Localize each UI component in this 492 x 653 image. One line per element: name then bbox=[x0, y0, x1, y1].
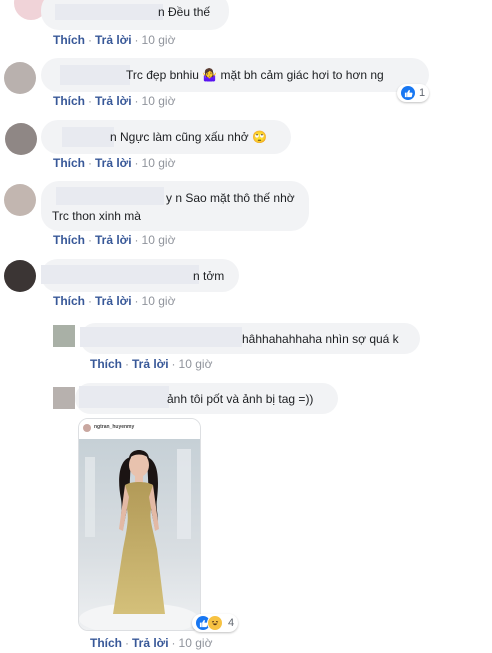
blurred-author-name bbox=[80, 327, 242, 347]
separator: · bbox=[88, 94, 92, 108]
separator: · bbox=[125, 636, 129, 650]
photo-header-avatar bbox=[83, 424, 91, 432]
timestamp[interactable]: 10 giờ bbox=[179, 357, 213, 371]
avatar[interactable] bbox=[4, 62, 36, 94]
blurred-author-name bbox=[62, 127, 114, 147]
comment-text: n Ngực làm cũng xấu nhở 🙄 bbox=[110, 130, 267, 144]
separator: · bbox=[88, 233, 92, 247]
separator: · bbox=[171, 636, 176, 650]
photo-header: ngtran_huyenmy bbox=[79, 419, 200, 439]
like-link[interactable]: Thích bbox=[53, 94, 85, 108]
timestamp[interactable]: 10 giờ bbox=[142, 33, 176, 47]
reply-link[interactable]: Trả lời bbox=[95, 156, 132, 170]
reply-link[interactable]: Trả lời bbox=[95, 94, 132, 108]
separator: · bbox=[88, 294, 92, 308]
comment-bubble: y n Sao mặt thô thế nhờ Trc thon xinh mà bbox=[41, 181, 309, 231]
comment-actions: Thích · Trả lời · 10 giờ bbox=[53, 156, 175, 170]
timestamp[interactable]: 10 giờ bbox=[142, 233, 176, 247]
blurred-author-name bbox=[56, 187, 164, 205]
like-link[interactable]: Thích bbox=[90, 357, 122, 371]
comment-text-part: Trc đẹp bnhiu 🤷‍♀️ mặt bh cảm giác hơi t… bbox=[126, 68, 384, 82]
avatar[interactable] bbox=[5, 123, 37, 155]
comment-actions: Thích · Trả lời · 10 giờ bbox=[53, 33, 175, 47]
photo-username: ngtran_huyenmy bbox=[94, 424, 135, 430]
timestamp[interactable]: 10 giờ bbox=[142, 156, 176, 170]
separator: · bbox=[134, 294, 139, 308]
comment-actions: Thích · Trả lời · 10 giờ bbox=[53, 233, 175, 247]
avatar[interactable] bbox=[4, 260, 36, 292]
avatar[interactable] bbox=[53, 387, 75, 409]
avatar[interactable] bbox=[53, 325, 75, 347]
comment-text-line2: Trc thon xinh mà bbox=[52, 209, 141, 223]
reply-link[interactable]: Trả lời bbox=[95, 294, 132, 308]
separator: · bbox=[88, 156, 92, 170]
like-icon bbox=[401, 86, 415, 100]
reply-text: hâhhahahhaha nhìn sợ quá k bbox=[242, 332, 399, 346]
blurred-author-name bbox=[60, 65, 130, 85]
reply-bubble: ảnh tôi pốt và ảnh bị tag =)) bbox=[75, 383, 338, 414]
reply-link[interactable]: Trả lời bbox=[95, 33, 132, 47]
separator: · bbox=[134, 33, 139, 47]
reaction-count: 4 bbox=[228, 617, 235, 629]
photo-image bbox=[79, 439, 200, 630]
like-link[interactable]: Thích bbox=[53, 294, 85, 308]
comment-actions: Thích · Trả lời · 10 giờ bbox=[53, 294, 175, 308]
like-link[interactable]: Thích bbox=[53, 156, 85, 170]
comment-bubble: Trc đẹp bnhiu 🤷‍♀️ mặt bh cảm giác hơi t… bbox=[41, 58, 429, 92]
like-link[interactable]: Thích bbox=[90, 636, 122, 650]
comment-text: Trc đẹp bnhiu 🤷‍♀️ mặt bh cảm giác hơi t… bbox=[126, 67, 384, 83]
timestamp[interactable]: 10 giờ bbox=[142, 294, 176, 308]
comment-text-line1: y n Sao mặt thô thế nhờ bbox=[166, 191, 295, 205]
comment-bubble: n Ngực làm cũng xấu nhở 🙄 bbox=[41, 120, 291, 154]
like-link[interactable]: Thích bbox=[53, 233, 85, 247]
timestamp[interactable]: 10 giờ bbox=[142, 94, 176, 108]
comment-actions: Thích · Trả lời · 10 giờ bbox=[53, 94, 175, 108]
avatar[interactable] bbox=[4, 184, 36, 216]
reply-text: ảnh tôi pốt và ảnh bị tag =)) bbox=[167, 392, 314, 406]
reply-link[interactable]: Trả lời bbox=[95, 233, 132, 247]
separator: · bbox=[171, 357, 176, 371]
reply-actions: Thích · Trả lời · 10 giờ bbox=[90, 636, 212, 650]
separator: · bbox=[134, 156, 139, 170]
blurred-author-name bbox=[79, 386, 169, 408]
reaction-badge[interactable]: 1 bbox=[397, 84, 430, 102]
separator: · bbox=[134, 94, 139, 108]
reply-link[interactable]: Trả lời bbox=[132, 636, 169, 650]
comment-bubble: n tởm bbox=[41, 259, 239, 292]
separator: · bbox=[125, 357, 129, 371]
comment-text: n Đều thế bbox=[158, 5, 211, 19]
timestamp[interactable]: 10 giờ bbox=[179, 636, 213, 650]
reaction-count: 1 bbox=[419, 87, 426, 99]
comment-text: n tởm bbox=[193, 269, 225, 283]
blurred-author-name bbox=[41, 265, 199, 284]
reaction-badge[interactable]: 4 bbox=[192, 614, 239, 632]
blurred-author-name bbox=[55, 4, 163, 20]
reply-bubble: hâhhahahhaha nhìn sợ quá k bbox=[80, 323, 420, 354]
reply-actions: Thích · Trả lời · 10 giờ bbox=[90, 357, 212, 371]
separator: · bbox=[134, 233, 139, 247]
like-link[interactable]: Thích bbox=[53, 33, 85, 47]
haha-icon bbox=[207, 615, 223, 631]
attached-photo[interactable]: ngtran_huyenmy bbox=[78, 418, 201, 631]
separator: · bbox=[88, 33, 92, 47]
comment-bubble: n Đều thế bbox=[41, 0, 229, 30]
reply-link[interactable]: Trả lời bbox=[132, 357, 169, 371]
